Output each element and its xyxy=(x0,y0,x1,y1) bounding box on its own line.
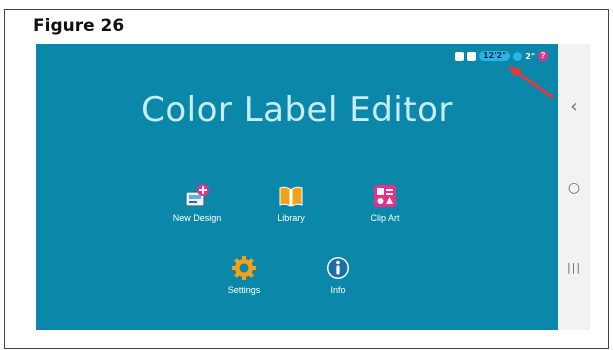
tile-clip-art[interactable]: Clip Art xyxy=(345,183,425,223)
recents-button[interactable]: ||| xyxy=(558,261,590,274)
tile-label: Clip Art xyxy=(370,213,400,223)
new-design-icon xyxy=(184,183,210,209)
tile-new-design[interactable]: New Design xyxy=(157,183,237,223)
tile-label: New Design xyxy=(172,213,222,223)
android-nav-bar: ‹ ○ ||| xyxy=(558,44,590,330)
app-title: Color Label Editor xyxy=(141,90,453,130)
figure-title: Figure 26 xyxy=(33,16,125,36)
clip-art-icon xyxy=(372,183,398,209)
settings-gear-icon xyxy=(231,255,257,281)
annotation-arrow xyxy=(508,66,554,99)
tile-library[interactable]: Library xyxy=(251,183,331,223)
back-button[interactable]: ‹ xyxy=(558,96,590,117)
tile-info[interactable]: Info xyxy=(298,255,378,295)
printer-status-icon[interactable] xyxy=(466,51,476,61)
library-book-icon xyxy=(278,183,304,209)
tile-label: Info xyxy=(330,285,346,295)
app-screen: 12'2" 2" ? Color Label Editor New Design xyxy=(36,44,558,330)
info-icon xyxy=(325,255,351,281)
tile-label: Settings xyxy=(227,285,261,295)
tile-label: Library xyxy=(277,213,305,223)
home-button[interactable]: ○ xyxy=(558,180,590,196)
home-status-icon[interactable] xyxy=(454,51,464,61)
tile-settings[interactable]: Settings xyxy=(204,255,284,295)
